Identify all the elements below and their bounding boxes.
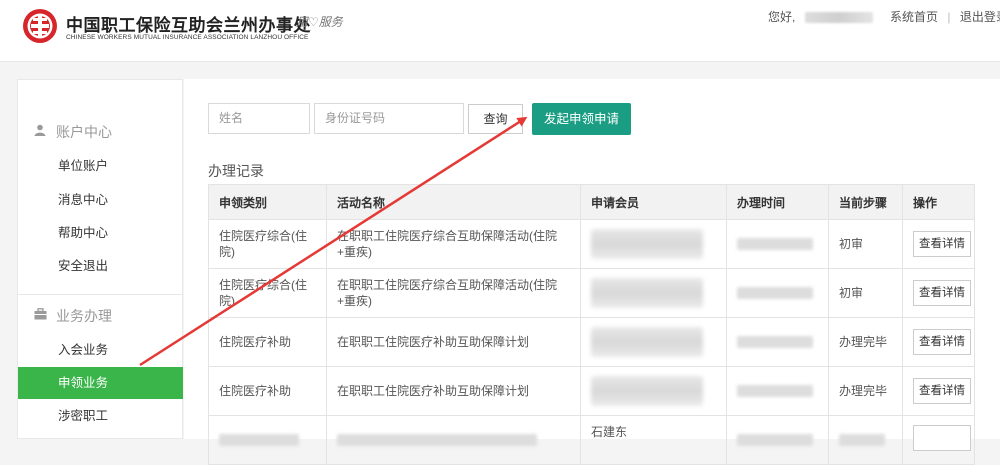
table-row: 住院医疗综合(住院) 在职职工住院医疗综合互助保障活动(住院+重疾) 初审 查看…: [208, 219, 975, 269]
cell-step: 办理完毕: [828, 317, 903, 367]
cell-time: [726, 219, 829, 269]
member-redacted: [591, 376, 703, 406]
cell-step: 初审: [828, 268, 903, 318]
time-redacted: [737, 287, 813, 299]
cell-activity: 在职职工住院医疗补助互助保障计划: [326, 317, 581, 367]
sidebar-item-messages[interactable]: 消息中心: [18, 184, 183, 216]
member-redacted: [591, 229, 703, 259]
union-logo-icon: [23, 9, 57, 43]
id-number-input[interactable]: 身份证号码: [314, 103, 464, 134]
member-redacted: [591, 327, 703, 357]
sidebar-section-business: 业务办理: [18, 295, 184, 335]
member-redacted: [591, 278, 703, 308]
cell-member: 石建东: [580, 415, 727, 465]
column-header: 当前步骤: [828, 184, 903, 220]
column-header: 申领类别: [208, 184, 327, 220]
table-row: 住院医疗综合(住院) 在职职工住院医疗综合互助保障活动(住院+重疾) 初审 查看…: [208, 268, 975, 318]
view-detail-button[interactable]: 查看详情: [913, 280, 971, 306]
table-header-row: 申领类别 活动名称 申请会员 办理时间 当前步骤 操作: [208, 184, 975, 220]
cell-member: [580, 219, 727, 269]
cell-time: [726, 415, 829, 465]
cell-activity: 在职职工住院医疗综合互助保障活动(住院+重疾): [326, 268, 581, 318]
time-redacted: [737, 238, 813, 250]
view-detail-button[interactable]: 查看详情: [913, 329, 971, 355]
cell-category: 住院医疗综合(住院): [208, 219, 327, 269]
sidebar-item-membership[interactable]: 入会业务: [18, 334, 183, 366]
sidebar-item-logout[interactable]: 安全退出: [18, 250, 183, 282]
org-title: 中国职工保险互助会兰州办事处: [66, 16, 311, 35]
column-header: 申请会员: [580, 184, 727, 220]
sidebar-section-title: 账户中心: [56, 124, 112, 140]
cell-member: [580, 317, 727, 367]
greeting: 您好,: [768, 10, 796, 24]
column-header: 办理时间: [726, 184, 829, 220]
user-bar: 您好, 系统首页 | 退出登录: [768, 8, 1000, 25]
sidebar-section-account: 账户中心: [18, 111, 184, 151]
cell-time: [726, 317, 829, 367]
cell-step: 初审: [828, 219, 903, 269]
cell-action: [902, 415, 975, 465]
cell-activity: 在职职工住院医疗补助互助保障计划: [326, 366, 581, 416]
time-redacted: [737, 434, 813, 446]
cell-category: 住院医疗综合(住院): [208, 268, 327, 318]
cell-activity: [326, 415, 581, 465]
main-content: 姓名 身份证号码 查询 发起申领申请 办理记录 申领类别 活动名称 申请会员 办…: [184, 79, 1000, 465]
sidebar: 账户中心 单位账户 消息中心 帮助中心 安全退出 业务办理 入会业务 申领业务 …: [17, 79, 183, 439]
cell-category: 住院医疗补助: [208, 317, 327, 367]
cell-action: 查看详情: [902, 366, 975, 416]
org-subtitle: CHINESE WORKERS MUTUAL INSURANCE ASSOCIA…: [66, 34, 309, 41]
slogan: 用♡服务: [296, 15, 343, 29]
cell-activity: 在职职工住院医疗综合互助保障活动(住院+重疾): [326, 219, 581, 269]
cell-category: 住院医疗补助: [208, 366, 327, 416]
sidebar-item-confidential-staff[interactable]: 涉密职工: [18, 400, 183, 432]
time-redacted: [737, 385, 813, 397]
records-title: 办理记录: [208, 163, 264, 179]
logout-link[interactable]: 退出登录: [960, 10, 1000, 24]
cell-member: [580, 366, 727, 416]
sidebar-section-title: 业务办理: [56, 308, 112, 324]
view-detail-button[interactable]: 查看详情: [913, 378, 971, 404]
briefcase-icon: [34, 308, 47, 320]
column-header: 活动名称: [326, 184, 581, 220]
time-redacted: [737, 336, 813, 348]
home-link[interactable]: 系统首页: [890, 10, 938, 24]
view-detail-button[interactable]: [913, 425, 971, 451]
table-row: 住院医疗补助 在职职工住院医疗补助互助保障计划 办理完毕 查看详情: [208, 366, 975, 416]
cell-member: [580, 268, 727, 318]
cell-time: [726, 268, 829, 318]
cell-time: [726, 366, 829, 416]
sidebar-item-claims[interactable]: 申领业务: [18, 367, 183, 399]
separator: |: [947, 10, 951, 24]
sidebar-item-help[interactable]: 帮助中心: [18, 217, 183, 249]
apply-claim-button[interactable]: 发起申领申请: [532, 103, 631, 135]
cell-step: 办理完毕: [828, 366, 903, 416]
records-table: 申领类别 活动名称 申请会员 办理时间 当前步骤 操作 住院医疗综合(住院) 在…: [208, 184, 975, 465]
table-row: 住院医疗补助 在职职工住院医疗补助互助保障计划 办理完毕 查看详情: [208, 317, 975, 367]
username-redacted: [804, 12, 873, 24]
cell-step: [828, 415, 903, 465]
step-redacted: [839, 434, 885, 446]
sidebar-item-unit-account[interactable]: 单位账户: [18, 150, 183, 182]
category-redacted: [219, 434, 299, 446]
name-input[interactable]: 姓名: [208, 103, 310, 134]
top-header: 中国职工保险互助会兰州办事处 CHINESE WORKERS MUTUAL IN…: [0, 0, 1000, 62]
activity-redacted: [337, 434, 537, 446]
cell-action: 查看详情: [902, 317, 975, 367]
cell-action: 查看详情: [902, 219, 975, 269]
view-detail-button[interactable]: 查看详情: [913, 231, 971, 257]
table-row: 石建东: [208, 415, 975, 465]
cell-category: [208, 415, 327, 465]
column-header: 操作: [902, 184, 975, 220]
query-button[interactable]: 查询: [468, 104, 523, 134]
cell-action: 查看详情: [902, 268, 975, 318]
user-icon: [34, 124, 46, 136]
